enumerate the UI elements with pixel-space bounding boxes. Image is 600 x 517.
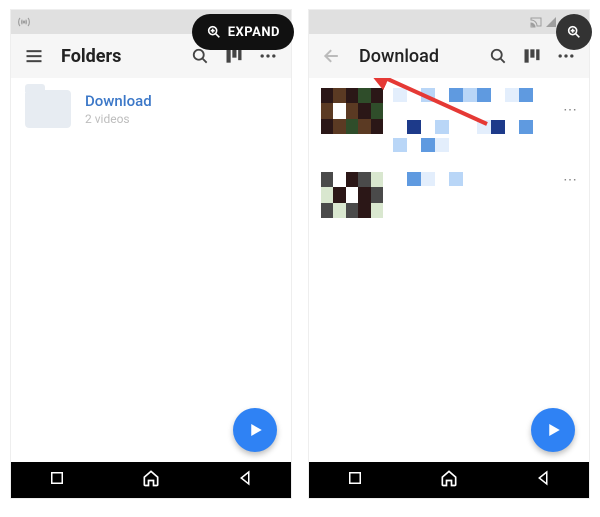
nav-recent-button[interactable] [346, 469, 364, 491]
expand-label: EXPAND [228, 25, 280, 40]
triangle-back-icon [236, 469, 254, 487]
play-fab[interactable] [233, 408, 277, 452]
video-thumbnail [321, 88, 383, 134]
stage: 0:14 Folders Download [0, 0, 600, 517]
square-icon [48, 469, 66, 487]
folder-name: Download [85, 92, 152, 110]
nav-home-button[interactable] [439, 468, 459, 492]
view-toggle-button[interactable] [515, 39, 549, 73]
zoom-in-icon [566, 24, 582, 40]
view-toggle-icon [522, 46, 542, 66]
play-icon [246, 421, 264, 439]
content-area: ⋯ ⋯ [309, 78, 589, 462]
home-outline-icon [141, 468, 161, 488]
video-row-2[interactable]: ⋯ [309, 162, 589, 228]
search-button[interactable] [481, 39, 515, 73]
hamburger-icon [24, 46, 44, 66]
search-icon [488, 46, 508, 66]
square-icon [346, 469, 364, 487]
status-left-icons [17, 15, 31, 29]
signal-icon [545, 16, 557, 28]
play-fab[interactable] [531, 408, 575, 452]
app-bar: Download [309, 34, 589, 78]
video-row-1[interactable]: ⋯ [309, 78, 589, 162]
expand-button[interactable]: EXPAND [192, 14, 294, 50]
status-bar [309, 10, 589, 34]
nav-back-button[interactable] [236, 469, 254, 491]
phone-right: Download ⋯ [309, 10, 589, 498]
play-icon [544, 421, 562, 439]
cast-icon [530, 16, 542, 28]
nav-recent-button[interactable] [48, 469, 66, 491]
broadcast-icon [17, 15, 31, 29]
video-thumbnail [321, 172, 383, 218]
folder-text: Download 2 videos [85, 92, 152, 126]
folder-icon [25, 90, 71, 128]
nav-home-button[interactable] [141, 468, 161, 492]
menu-button[interactable] [17, 39, 51, 73]
video-title-blur: ⋯ [393, 172, 577, 186]
zoom-in-icon [206, 24, 222, 40]
row-more-icon[interactable]: ⋯ [563, 102, 577, 116]
nav-back-button[interactable] [534, 469, 552, 491]
back-button[interactable] [315, 39, 349, 73]
page-title: Download [359, 46, 439, 67]
folder-subtitle: 2 videos [85, 112, 152, 126]
folder-row-download[interactable]: Download 2 videos [11, 78, 291, 140]
triangle-back-icon [534, 469, 552, 487]
page-title: Folders [61, 46, 121, 67]
android-nav-bar [309, 462, 589, 498]
home-outline-icon [439, 468, 459, 488]
content-area: Download 2 videos [11, 78, 291, 462]
arrow-left-icon [322, 46, 342, 66]
phone-left: 0:14 Folders Download [11, 10, 291, 498]
android-nav-bar [11, 462, 291, 498]
video-title-blur: ⋯ [393, 88, 577, 152]
zoom-button[interactable] [556, 14, 592, 50]
row-more-icon[interactable]: ⋯ [563, 172, 577, 186]
